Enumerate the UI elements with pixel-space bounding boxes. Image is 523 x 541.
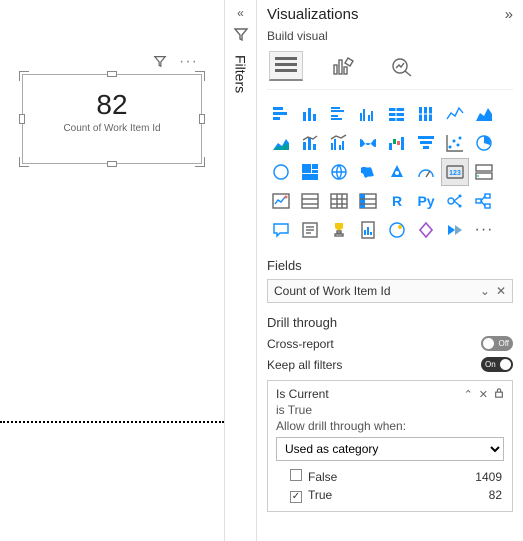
report-canvas[interactable]: ··· 82 Count of Work Item Id xyxy=(0,0,225,541)
python-visual-icon[interactable]: Py xyxy=(412,187,440,215)
area-chart-icon[interactable] xyxy=(470,100,498,128)
field-well[interactable]: Count of Work Item Id ⌄ ✕ xyxy=(267,279,513,303)
get-more-visuals-icon[interactable]: ··· xyxy=(470,216,498,244)
hundred-stacked-bar-icon[interactable] xyxy=(383,100,411,128)
lock-icon[interactable] xyxy=(494,388,504,401)
remove-field-icon[interactable]: ✕ xyxy=(496,284,506,298)
gauge-icon[interactable] xyxy=(412,158,440,186)
power-automate-icon[interactable] xyxy=(441,216,469,244)
cross-report-toggle[interactable]: Off xyxy=(481,336,513,351)
option-label: False xyxy=(308,470,337,484)
filled-map-icon[interactable] xyxy=(354,158,382,186)
keep-filters-label: Keep all filters xyxy=(267,358,342,372)
filters-label: Filters xyxy=(233,55,249,93)
remove-icon[interactable]: ✕ xyxy=(479,388,488,401)
stacked-column-chart-icon[interactable] xyxy=(296,100,324,128)
funnel-chart-icon[interactable] xyxy=(412,129,440,157)
keep-filters-toggle[interactable]: On xyxy=(481,357,513,372)
resize-handle[interactable] xyxy=(195,71,205,81)
tab-analytics[interactable] xyxy=(385,51,419,81)
tab-build-visual[interactable] xyxy=(269,51,303,81)
visualizations-pane: Visualizations » Build visual xyxy=(257,0,523,541)
waterfall-chart-icon[interactable] xyxy=(383,129,411,157)
collapse-icon[interactable]: « xyxy=(237,6,244,20)
card-label: Count of Work Item Id xyxy=(23,123,201,134)
hundred-stacked-column-icon[interactable] xyxy=(412,100,440,128)
resize-handle[interactable] xyxy=(19,71,29,81)
kpi-icon[interactable] xyxy=(267,187,295,215)
drill-option-row[interactable]: False 1409 xyxy=(276,467,504,486)
arcgis-map-icon[interactable] xyxy=(383,216,411,244)
resize-handle[interactable] xyxy=(199,114,205,124)
clustered-column-chart-icon[interactable] xyxy=(354,100,382,128)
paginated-report-icon[interactable] xyxy=(354,216,382,244)
goals-icon[interactable] xyxy=(325,216,353,244)
table-icon[interactable] xyxy=(325,187,353,215)
more-icon[interactable]: ··· xyxy=(179,53,198,71)
card-visual-icon[interactable]: 123 xyxy=(441,158,469,186)
qa-visual-icon[interactable] xyxy=(267,216,295,244)
line-chart-icon[interactable] xyxy=(441,100,469,128)
drill-allow-label: Allow drill through when: xyxy=(276,419,504,433)
cross-report-label: Cross-report xyxy=(267,337,334,351)
panel-title: Visualizations xyxy=(267,6,358,23)
drill-option-row[interactable]: ✓ True 82 xyxy=(276,486,504,505)
line-clustered-column-icon[interactable] xyxy=(325,129,353,157)
map-icon[interactable] xyxy=(325,158,353,186)
resize-handle[interactable] xyxy=(107,161,117,167)
card-value: 82 xyxy=(23,89,201,121)
pie-chart-icon[interactable] xyxy=(470,129,498,157)
stacked-bar-chart-icon[interactable] xyxy=(267,100,295,128)
drill-through-label: Drill through xyxy=(267,315,513,330)
line-stacked-column-icon[interactable] xyxy=(296,129,324,157)
stacked-area-chart-icon[interactable] xyxy=(267,129,295,157)
decomposition-tree-icon[interactable] xyxy=(470,187,498,215)
resize-handle[interactable] xyxy=(107,71,117,77)
option-label: True xyxy=(308,488,332,502)
filters-pane-collapsed[interactable]: « Filters xyxy=(225,0,257,541)
treemap-icon[interactable] xyxy=(296,158,324,186)
checkbox-icon[interactable] xyxy=(290,469,302,481)
option-count: 82 xyxy=(489,488,502,502)
key-influencers-icon[interactable] xyxy=(441,187,469,215)
drill-field-card: Is Current ⌃ ✕ is True Allow drill throu… xyxy=(267,380,513,512)
clustered-bar-chart-icon[interactable] xyxy=(325,100,353,128)
filter-icon[interactable] xyxy=(153,54,167,71)
option-count: 1409 xyxy=(475,470,502,484)
visualization-gallery: 123 R Py ··· xyxy=(267,100,513,244)
r-visual-icon[interactable]: R xyxy=(383,187,411,215)
fields-label: Fields xyxy=(267,258,513,273)
filter-icon xyxy=(233,26,249,45)
resize-handle[interactable] xyxy=(195,157,205,167)
smart-narrative-icon[interactable] xyxy=(296,216,324,244)
power-apps-icon[interactable] xyxy=(412,216,440,244)
multi-row-card-icon[interactable] xyxy=(470,158,498,186)
resize-handle[interactable] xyxy=(19,114,25,124)
donut-chart-icon[interactable] xyxy=(267,158,295,186)
drill-field-name: Is Current xyxy=(276,387,329,401)
ribbon-chart-icon[interactable] xyxy=(354,129,382,157)
drill-field-summary: is True xyxy=(276,403,504,417)
resize-handle[interactable] xyxy=(19,157,29,167)
scatter-chart-icon[interactable] xyxy=(441,129,469,157)
build-visual-label: Build visual xyxy=(267,29,513,43)
matrix-icon[interactable] xyxy=(354,187,382,215)
svg-text:123: 123 xyxy=(449,170,461,177)
card-visual[interactable]: ··· 82 Count of Work Item Id xyxy=(22,74,202,164)
expand-icon[interactable]: » xyxy=(505,6,513,23)
tab-format-visual[interactable] xyxy=(327,51,361,81)
chevron-down-icon[interactable]: ⌄ xyxy=(480,284,490,298)
azure-map-icon[interactable] xyxy=(383,158,411,186)
slicer-icon[interactable] xyxy=(296,187,324,215)
drill-mode-select[interactable]: Used as category xyxy=(276,437,504,461)
field-pill-label: Count of Work Item Id xyxy=(274,284,391,298)
collapse-icon[interactable]: ⌃ xyxy=(464,388,473,401)
checkbox-icon[interactable]: ✓ xyxy=(290,491,302,503)
page-divider xyxy=(0,421,224,423)
